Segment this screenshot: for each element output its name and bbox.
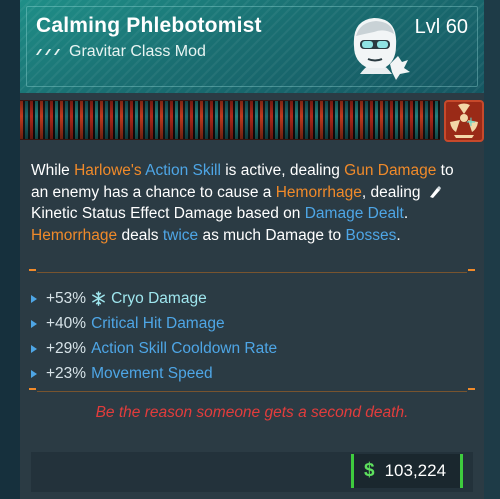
section-divider (29, 269, 475, 277)
stat-label: Cryo Damage (111, 289, 207, 307)
flavor-text: Be the reason someone gets a second deat… (95, 404, 409, 421)
desc-text: deals (117, 226, 163, 244)
desc-keyword-harlowe: Harlowe's (74, 162, 142, 179)
stat-value: +40% (46, 314, 87, 332)
desc-keyword-hemorrhage: Hemorrhage (31, 226, 118, 244)
price-tag: $ 103,224 (351, 454, 463, 488)
desc-text: , dealing (361, 183, 425, 201)
stat-bullet-icon (31, 369, 37, 378)
desc-keyword-gun-damage: Gun Damage (344, 162, 437, 179)
compare-plus-icon: + (465, 115, 477, 130)
item-header: Calming Phlebotomist Gravitar Class Mod … (20, 0, 484, 93)
stat-row-movement-speed: +23% Movement Speed (31, 361, 471, 386)
currency-icon: $ (364, 460, 375, 481)
desc-text: is active, dealing (220, 162, 345, 179)
desc-keyword-damage-dealt: Damage Dealt (304, 205, 404, 222)
stat-row-critical-hit-damage: +40% Critical Hit Damage (31, 311, 471, 336)
desc-text: as much Damage to (198, 226, 346, 244)
cryo-snowflake-icon (92, 291, 105, 306)
stat-row-cryo-damage: +53% Cryo Damage (31, 286, 471, 311)
stat-label: Movement Speed (91, 364, 213, 382)
item-price: 103,224 (384, 461, 447, 480)
desc-text: . (403, 205, 409, 222)
item-description: While Harlowe's Action Skill is active, … (31, 160, 471, 246)
stat-value: +23% (46, 364, 87, 382)
item-level: Lvl 60 (414, 16, 468, 38)
section-divider (29, 388, 475, 396)
desc-keyword-bosses: Bosses (345, 226, 397, 244)
rarity-strip (20, 100, 440, 140)
left-panel-edge (0, 0, 20, 499)
stat-value: +53% (46, 289, 87, 307)
character-portrait-icon (353, 18, 410, 80)
stat-row-action-skill-cooldown-rate: +29% Action Skill Cooldown Rate (31, 336, 471, 361)
kinetic-bullet-icon (429, 185, 441, 198)
stat-bullet-icon (31, 319, 37, 328)
stat-bullet-icon (31, 294, 37, 303)
stat-list: +53% Cryo Damage +40% Critical Hit Damag… (31, 286, 471, 386)
stat-label: Critical Hit Damage (91, 314, 225, 332)
desc-text: . (396, 226, 401, 244)
desc-text: based on (232, 205, 305, 222)
desc-keyword-action-skill: Action Skill (145, 162, 221, 179)
right-panel-edge (484, 0, 500, 499)
item-type-row: Gravitar Class Mod (36, 43, 206, 61)
stat-value: +29% (46, 339, 87, 357)
rarity-chevrons-icon (36, 49, 63, 55)
desc-keyword-kinetic-damage: Kinetic Status Effect Damage (31, 205, 233, 222)
desc-keyword-hemorrhage: Hemorrhage (275, 183, 362, 201)
item-type: Gravitar Class Mod (69, 43, 206, 60)
item-name: Calming Phlebotomist (36, 14, 262, 37)
stat-label: Action Skill Cooldown Rate (91, 339, 278, 357)
item-card: Calming Phlebotomist Gravitar Class Mod … (20, 0, 484, 499)
stat-bullet-icon (31, 344, 37, 353)
desc-text: While (31, 162, 75, 179)
desc-keyword-twice: twice (162, 226, 199, 244)
